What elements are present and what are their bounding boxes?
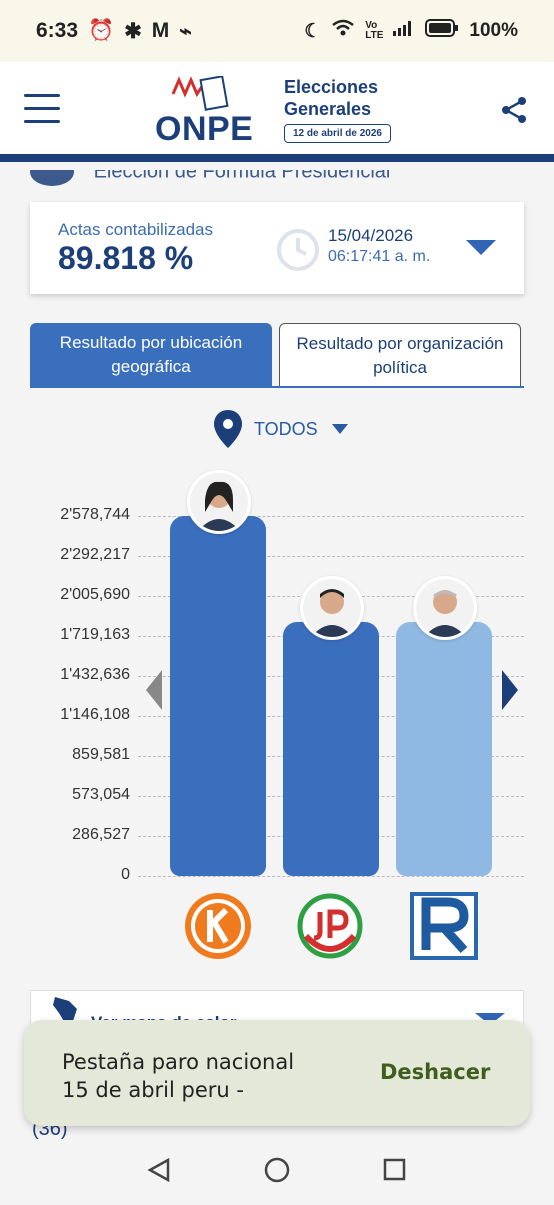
mail-icon: M	[151, 19, 170, 42]
party-logo-r[interactable]	[410, 892, 478, 960]
tab-political-org[interactable]: Resultado por organización política	[279, 323, 521, 387]
back-icon[interactable]	[147, 1157, 170, 1183]
actas-date: 15/04/2026	[328, 226, 414, 245]
location-filter-label: TODOS	[254, 418, 318, 439]
party-logo-jp[interactable]	[296, 892, 364, 960]
y-tick-label: 2'292,217	[60, 546, 130, 563]
location-filter[interactable]: TODOS	[212, 408, 348, 450]
undo-button[interactable]: Deshacer	[380, 1060, 490, 1084]
y-tick-label: 0	[121, 866, 130, 883]
volte-icon: Vo LTE	[365, 20, 384, 41]
status-time: 6:33	[36, 19, 79, 42]
battery-level: 100%	[469, 20, 518, 41]
chevron-down-icon	[331, 424, 348, 434]
section-subtitle: Elección de Fórmula Presidencial	[30, 160, 391, 186]
y-tick-label: 1'432,636	[60, 666, 130, 683]
alarm-icon: ⏰	[88, 19, 115, 42]
tab-geographic[interactable]: Resultado por ubicación geográfica	[30, 323, 272, 387]
snackbar: Pestaña paro nacional 15 de abril peru -…	[24, 1020, 530, 1126]
status-bar: 6:33 ⏰ ✱ M ⌁ ☾ Vo LTE 100%	[0, 0, 554, 62]
moon-icon: ☾	[304, 20, 322, 42]
y-tick-label: 2'005,690	[60, 586, 130, 603]
clock-icon	[276, 228, 320, 277]
y-tick-label: 859,581	[72, 746, 130, 763]
chevron-left-icon[interactable]	[146, 670, 162, 710]
tab-underline	[30, 386, 524, 388]
header-title-line1: Elecciones	[284, 77, 379, 97]
app-header: ONPE Elecciones Generales 12 de abril de…	[0, 62, 554, 162]
actas-value: 89.818 %	[58, 240, 194, 276]
y-tick-label: 573,054	[72, 786, 130, 803]
logo-text: ONPE	[155, 110, 254, 148]
candidate-avatar[interactable]	[413, 575, 477, 640]
recents-icon[interactable]	[383, 1158, 406, 1181]
candidate-bar[interactable]	[396, 621, 492, 876]
battery-icon	[425, 19, 459, 43]
candidate-bar[interactable]	[283, 621, 379, 876]
grid-line	[138, 876, 524, 877]
signal-icon	[393, 20, 415, 42]
actas-label: Actas contabilizadas	[58, 220, 213, 239]
location-pin-icon	[214, 410, 242, 448]
actas-time: 06:17:41 a. m.	[328, 248, 431, 265]
share-icon[interactable]	[500, 96, 528, 129]
menu-icon[interactable]	[24, 94, 60, 124]
section-subtitle-text: Elección de Fórmula Presidencial	[93, 160, 391, 183]
ballot-icon	[30, 170, 74, 186]
wifi-icon	[331, 19, 355, 43]
header-title: Elecciones Generales	[284, 76, 378, 120]
snackbar-message: Pestaña paro nacional 15 de abril peru -	[62, 1050, 295, 1102]
header-title-line2: Generales	[284, 99, 372, 119]
candidate-avatar[interactable]	[300, 575, 364, 640]
y-tick-label: 1'719,163	[60, 626, 130, 643]
party-logo-k[interactable]	[184, 892, 252, 960]
chevron-right-icon[interactable]	[502, 670, 518, 710]
candidate-avatar[interactable]	[187, 470, 251, 534]
y-tick-label: 2'578,744	[60, 506, 130, 523]
bluetooth-icon: ✱	[124, 19, 142, 43]
y-tick-label: 286,527	[72, 826, 130, 843]
app-icon: ⌁	[179, 19, 192, 43]
home-icon[interactable]	[264, 1157, 290, 1183]
actas-card[interactable]: Actas contabilizadas 89.818 % 15/04/2026…	[30, 202, 524, 294]
y-tick-label: 1'146,108	[60, 706, 130, 723]
election-date: 12 de abril de 2026	[284, 124, 391, 143]
system-nav-bar	[0, 1140, 554, 1200]
chevron-down-icon[interactable]	[466, 240, 496, 255]
candidate-bar[interactable]	[170, 516, 266, 876]
